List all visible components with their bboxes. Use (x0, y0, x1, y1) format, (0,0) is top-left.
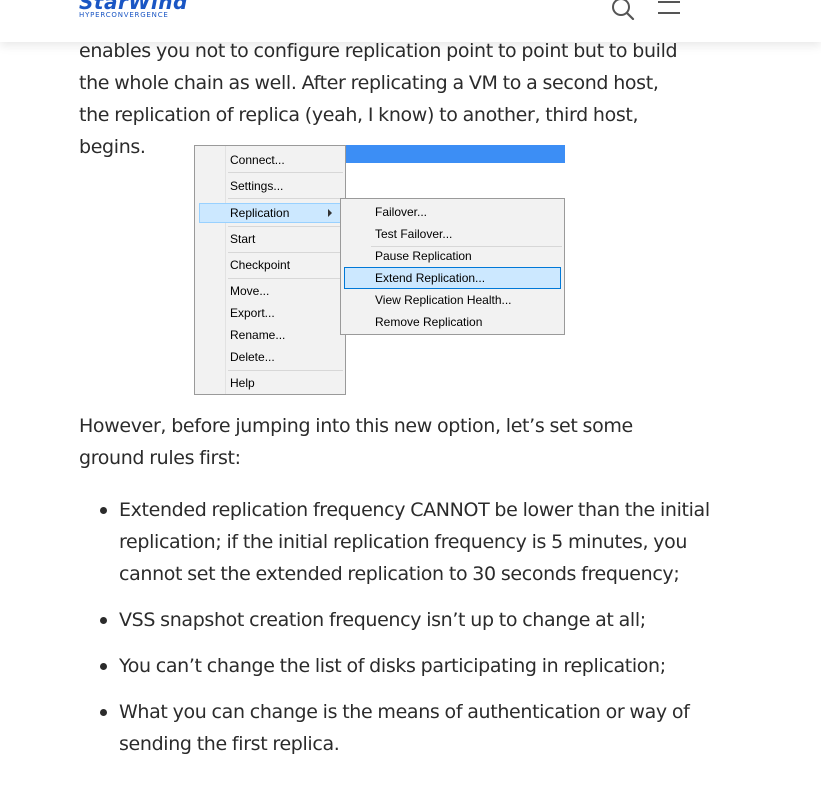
rule-text: You can’t change the list of disks parti… (119, 655, 666, 677)
hamburger-menu-icon[interactable] (658, 0, 680, 16)
bullet-icon (100, 709, 107, 716)
bullet-icon (100, 663, 107, 670)
intro-paragraph: enables you not to configure replication… (79, 40, 678, 158)
menu-item-replication[interactable]: Replication (230, 203, 289, 223)
submenu-item-extend-replication[interactable]: Extend Replication... (375, 267, 485, 289)
starwind-logo[interactable]: StarWind HYPERCONVERGENCE (79, 0, 189, 20)
menu-item-move[interactable]: Move... (230, 281, 269, 301)
menu-separator (228, 252, 343, 253)
submenu-item-failover[interactable]: Failover... (375, 201, 427, 223)
replication-submenu: Failover... Test Failover... Pause Repli… (340, 198, 565, 335)
menu-item-help[interactable]: Help (230, 373, 255, 393)
ground-rules-list: Extended replication frequency CANNOT be… (79, 494, 719, 774)
bullet-icon (100, 507, 107, 514)
submenu-item-remove-replication[interactable]: Remove Replication (375, 311, 482, 333)
menu-gutter (195, 146, 226, 394)
menu-item-rename[interactable]: Rename... (230, 325, 285, 345)
submenu-item-view-replication-health[interactable]: View Replication Health... (375, 289, 512, 311)
menu-item-settings[interactable]: Settings... (230, 176, 283, 196)
list-item: You can’t change the list of disks parti… (100, 650, 719, 682)
replication-context-menu-figure: Connect... Settings... Replication Start… (194, 145, 565, 396)
rule-text: Extended replication frequency CANNOT be… (119, 499, 710, 585)
menu-separator (228, 278, 343, 279)
menu-item-delete[interactable]: Delete... (230, 347, 275, 367)
submenu-item-test-failover[interactable]: Test Failover... (375, 223, 452, 245)
submenu-arrow-icon (328, 209, 332, 217)
list-item: Extended replication frequency CANNOT be… (100, 494, 719, 590)
menu-item-connect[interactable]: Connect... (230, 150, 285, 170)
ground-rules-intro-block: However, before jumping into this new op… (79, 410, 679, 474)
vm-context-menu: Connect... Settings... Replication Start… (194, 145, 346, 395)
bullet-icon (100, 617, 107, 624)
list-item: What you can change is the means of auth… (100, 696, 719, 760)
menu-separator (228, 198, 343, 199)
menu-item-checkpoint[interactable]: Checkpoint (230, 255, 290, 275)
menu-item-start[interactable]: Start (230, 229, 255, 249)
submenu-item-pause-replication[interactable]: Pause Replication (375, 245, 472, 267)
ground-rules-intro: However, before jumping into this new op… (79, 415, 633, 469)
logo-subtext: HYPERCONVERGENCE (79, 11, 169, 19)
window-titlebar (345, 145, 565, 163)
list-item: VSS snapshot creation frequency isn’t up… (100, 604, 719, 636)
menu-item-export[interactable]: Export... (230, 303, 275, 323)
menu-separator (228, 226, 343, 227)
intro-paragraph-block: enables you not to configure replication… (79, 35, 679, 163)
site-header: StarWind HYPERCONVERGENCE (0, 0, 821, 42)
rule-text: VSS snapshot creation frequency isn’t up… (119, 609, 646, 631)
menu-separator (228, 370, 343, 371)
menu-separator (228, 172, 343, 173)
rule-text: What you can change is the means of auth… (119, 701, 690, 755)
search-icon[interactable] (611, 0, 635, 21)
